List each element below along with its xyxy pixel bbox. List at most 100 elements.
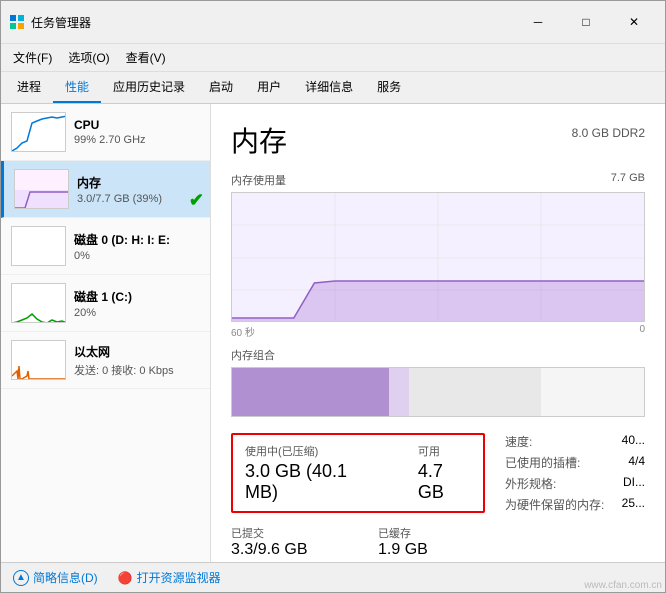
monitor-label: 打开资源监视器 [137,569,221,586]
cpu-info: CPU 99% 2.70 GHz [74,118,200,146]
cpu-title: CPU [74,118,200,132]
task-manager-window: 任务管理器 ─ □ ✕ 文件(F) 选项(O) 查看(V) 进程 性能 应用历史… [0,0,666,593]
disk0-info: 磁盘 0 (D: H: I: E: 0% [74,231,200,262]
maximize-button[interactable]: □ [563,7,609,37]
composition-bar [231,367,645,417]
composition-label: 内存组合 [231,347,645,363]
usage-label-text: 内存使用量 [231,172,286,188]
comp-free [541,368,644,416]
app-icon [9,14,25,30]
slots-label: 已使用的插槽: [505,454,580,471]
bottom-bar: ▲ 简略信息(D) 🔴 打开资源监视器 [1,562,665,592]
tab-startup[interactable]: 启动 [197,72,245,103]
stat-available: 可用 4.7 GB [418,443,471,503]
tab-bar: 进程 性能 应用历史记录 启动 用户 详细信息 服务 [1,72,665,104]
speed-value: 40... [622,433,645,450]
stats-right: 速度: 40... 已使用的插槽: 4/4 外形规格: DI... 为硬件保留的… [505,433,645,562]
panel-header: 内存 8.0 GB DDR2 [231,120,645,160]
right-stat-speed: 速度: 40... [505,433,645,450]
title-bar: 任务管理器 ─ □ ✕ [1,1,665,44]
right-stat-slots: 已使用的插槽: 4/4 [505,454,645,471]
tab-process[interactable]: 进程 [5,72,53,103]
slots-value: 4/4 [628,454,645,471]
close-button[interactable]: ✕ [611,7,657,37]
available-label: 可用 [418,443,471,459]
stat-committed: 已提交 3.3/9.6 GB [231,525,338,559]
disk0-subtitle: 0% [74,250,200,262]
usage-chart-label: 内存使用量 7.7 GB [231,172,645,188]
usage-chart-section: 内存使用量 7.7 GB [231,172,645,339]
tab-app-history[interactable]: 应用历史记录 [101,72,197,103]
disk1-info: 磁盘 1 (C:) 20% [74,288,200,319]
stats-left: 使用中(已压缩) 3.0 GB (40.1 MB) 可用 4.7 GB 已提交 … [231,433,485,562]
stats-grid: 已提交 3.3/9.6 GB 已缓存 1.9 GB 分页缓冲池 555 MB [231,525,485,562]
cpu-subtitle: 99% 2.70 GHz [74,134,200,146]
summary-button[interactable]: ▲ 简略信息(D) [13,569,98,586]
monitor-button[interactable]: 🔴 打开资源监视器 [118,569,221,586]
memory-info: 内存 3.0/7.7 GB (39%) [77,174,200,205]
used-value: 3.0 GB (40.1 MB) [245,461,378,503]
sidebar-item-disk1[interactable]: 磁盘 1 (C:) 20% [1,275,210,332]
highlighted-stats: 使用中(已压缩) 3.0 GB (40.1 MB) 可用 4.7 GB [231,433,485,513]
main-content: CPU 99% 2.70 GHz 内存 3.0/7.7 GB (39%) ✔ [1,104,665,562]
panel-title: 内存 [231,120,287,160]
sidebar-item-memory[interactable]: 内存 3.0/7.7 GB (39%) ✔ [1,161,210,218]
active-check-icon: ✔ [189,190,204,211]
committed-value: 3.3/9.6 GB [231,541,338,559]
chart-time-label: 60 秒 0 [231,324,645,339]
right-stat-form: 外形规格: DI... [505,475,645,492]
speed-label: 速度: [505,433,532,450]
disk1-subtitle: 20% [74,307,200,319]
disk1-mini-graph [11,283,66,323]
stat-cached: 已缓存 1.9 GB [378,525,485,559]
monitor-icon: 🔴 [118,571,133,585]
menu-options[interactable]: 选项(O) [60,46,117,69]
time-start: 60 秒 [231,324,255,339]
memory-mini-graph [14,169,69,209]
tab-users[interactable]: 用户 [245,72,293,103]
ethernet-subtitle: 发送: 0 接收: 0 Kbps [74,362,200,378]
committed-label: 已提交 [231,525,338,541]
disk0-mini-graph [11,226,66,266]
usage-chart [231,192,645,322]
disk0-title: 磁盘 0 (D: H: I: E: [74,231,200,248]
comp-modified [389,368,410,416]
tab-services[interactable]: 服务 [365,72,413,103]
lower-section: 使用中(已压缩) 3.0 GB (40.1 MB) 可用 4.7 GB 已提交 … [231,433,645,562]
menu-file[interactable]: 文件(F) [5,46,60,69]
comp-standby [409,368,541,416]
sidebar-item-disk0[interactable]: 磁盘 0 (D: H: I: E: 0% [1,218,210,275]
ethernet-title: 以太网 [74,343,200,360]
panel-spec: 8.0 GB DDR2 [572,126,645,140]
window-controls: ─ □ ✕ [515,7,657,37]
disk1-title: 磁盘 1 (C:) [74,288,200,305]
minimize-button[interactable]: ─ [515,7,561,37]
cached-value: 1.9 GB [378,541,485,559]
used-label: 使用中(已压缩) [245,443,378,459]
stat-used: 使用中(已压缩) 3.0 GB (40.1 MB) [245,443,378,503]
sidebar-item-ethernet[interactable]: 以太网 发送: 0 接收: 0 Kbps [1,332,210,389]
right-stat-reserved: 为硬件保留的内存: 25... [505,496,645,513]
memory-title: 内存 [77,174,200,191]
summary-icon: ▲ [13,570,29,586]
menu-view[interactable]: 查看(V) [118,46,174,69]
reserved-label: 为硬件保留的内存: [505,496,604,513]
available-value: 4.7 GB [418,461,471,503]
usage-value-text: 7.7 GB [611,172,645,188]
sidebar: CPU 99% 2.70 GHz 内存 3.0/7.7 GB (39%) ✔ [1,104,211,562]
form-label: 外形规格: [505,475,556,492]
window-title: 任务管理器 [31,14,91,31]
cpu-mini-graph [11,112,66,152]
title-bar-left: 任务管理器 [9,14,91,31]
composition-section: 内存组合 [231,347,645,417]
right-panel: 内存 8.0 GB DDR2 内存使用量 7.7 GB [211,104,665,562]
menu-bar: 文件(F) 选项(O) 查看(V) [1,44,665,72]
memory-subtitle: 3.0/7.7 GB (39%) [77,193,200,205]
time-end: 0 [639,324,645,339]
panel-title-block: 内存 [231,120,287,160]
tab-performance[interactable]: 性能 [53,72,101,103]
sidebar-item-cpu[interactable]: CPU 99% 2.70 GHz [1,104,210,161]
reserved-value: 25... [622,496,645,513]
ethernet-mini-graph [11,340,66,380]
tab-details[interactable]: 详细信息 [293,72,365,103]
